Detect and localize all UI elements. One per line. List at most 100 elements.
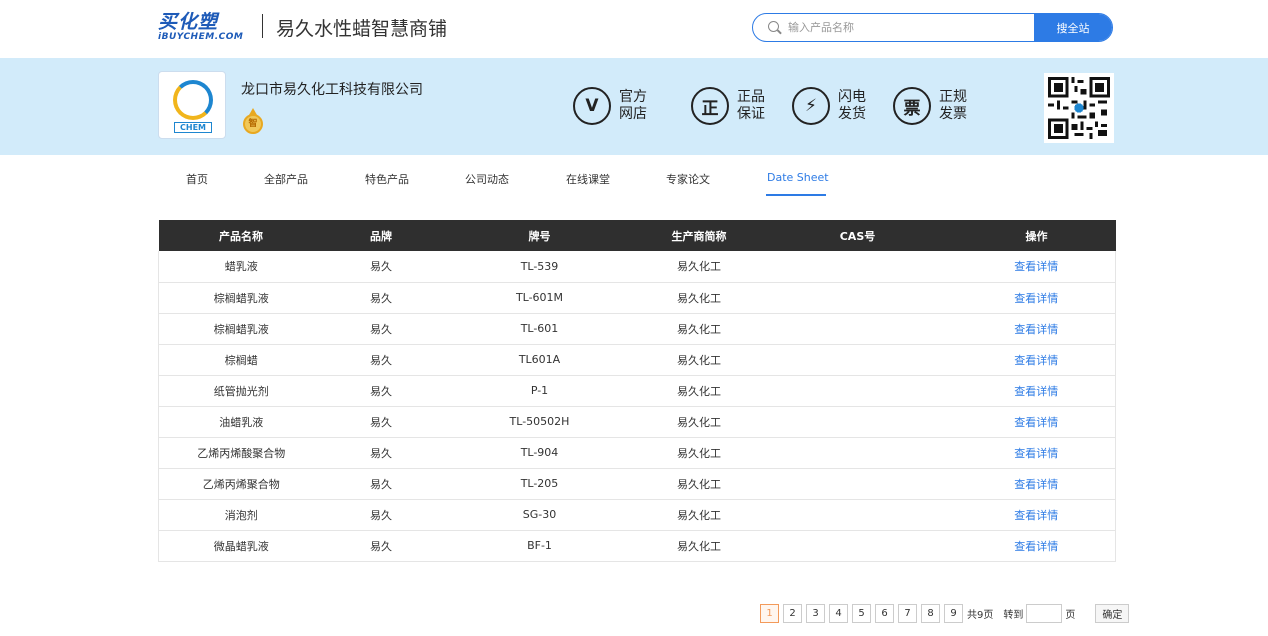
cell-product-name: 微晶蜡乳液: [158, 530, 324, 561]
goto-page-input[interactable]: [1026, 603, 1063, 623]
cell-cas: [758, 499, 958, 530]
table-row: 棕榈蜡 易久 TL601A 易久化工 查看详情: [158, 344, 1116, 375]
nav-all-products[interactable]: 全部产品: [264, 171, 308, 187]
col-product-name: 产品名称: [219, 229, 263, 243]
search-bar: 搜全站: [752, 13, 1113, 42]
cell-manufacturer: 易久化工: [677, 291, 721, 305]
cell-grade: TL-601M: [515, 291, 564, 304]
badge-line1: 正规: [939, 89, 967, 105]
pagination: 1 2 3 4 5 6 7 8 9 共9页 转到 页 确定: [760, 603, 1130, 623]
lightning-icon: ⚡: [792, 87, 830, 125]
nav-active-indicator: [766, 194, 826, 196]
header-divider: [262, 14, 263, 38]
col-grade: 牌号: [528, 229, 551, 243]
badge-line2: 保证: [737, 106, 765, 122]
cell-manufacturer: 易久化工: [677, 415, 721, 429]
page-3[interactable]: 3: [806, 603, 825, 623]
cell-product-name: 棕榈蜡乳液: [158, 313, 324, 344]
goto-confirm-button[interactable]: 确定: [1095, 603, 1130, 623]
cell-manufacturer: 易久化工: [677, 539, 721, 553]
page-8[interactable]: 8: [921, 603, 940, 623]
search-all-button[interactable]: 搜全站: [1034, 14, 1112, 41]
view-details-link[interactable]: 查看详情: [957, 313, 1116, 344]
invoice-icon: 票: [893, 87, 931, 125]
shop-nav: 首页 全部产品 特色产品 公司动态 在线课堂 专家论文 Date Sheet: [158, 155, 1114, 200]
view-details-link[interactable]: 查看详情: [957, 282, 1116, 313]
table-row: 消泡剂 易久 SG-30 易久化工 查看详情: [158, 499, 1116, 530]
nav-featured-products[interactable]: 特色产品: [365, 171, 409, 187]
cell-manufacturer: 易久化工: [677, 477, 721, 491]
badge-line1: 官方: [619, 89, 647, 105]
view-details-link[interactable]: 查看详情: [957, 499, 1116, 530]
table-row: 棕榈蜡乳液 易久 TL-601 易久化工 查看详情: [158, 313, 1116, 344]
company-logo-ring: [173, 80, 213, 120]
col-manufacturer: 生产商简称: [671, 229, 727, 243]
cell-product-name: 消泡剂: [158, 499, 324, 530]
badge-line2: 发货: [838, 106, 866, 122]
nav-date-sheet[interactable]: Date Sheet: [767, 171, 829, 184]
cell-grade: TL-539: [520, 259, 559, 273]
nav-online-class[interactable]: 在线课堂: [566, 171, 610, 187]
cell-manufacturer: 易久化工: [677, 446, 721, 460]
cell-grade: TL-50502H: [509, 415, 570, 428]
cell-product-name: 棕榈蜡: [158, 344, 324, 375]
col-action: 操作: [1025, 229, 1048, 243]
badge-line2: 网店: [619, 106, 647, 122]
view-details-link[interactable]: 查看详情: [957, 375, 1116, 406]
view-details-link[interactable]: 查看详情: [957, 437, 1116, 468]
cell-manufacturer: 易久化工: [677, 384, 721, 398]
cell-brand: 易久: [370, 291, 392, 305]
view-details-link[interactable]: 查看详情: [957, 468, 1116, 499]
nav-home[interactable]: 首页: [186, 171, 208, 187]
page-7[interactable]: 7: [898, 603, 917, 623]
company-logo: CHEM: [158, 71, 226, 139]
cell-cas: [758, 406, 958, 437]
nav-expert-papers[interactable]: 专家论文: [666, 171, 710, 187]
product-table: 产品名称 品牌 牌号 生产商简称 CAS号 操作 蜡乳液 易久 TL-539 易久化工…: [158, 220, 1116, 562]
cell-product-name: 乙烯丙烯酸聚合物: [158, 437, 324, 468]
cell-cas: [758, 344, 958, 375]
page-6[interactable]: 6: [875, 603, 894, 623]
top-header: 买化塑 iBUYCHEM.COM 易久水性蜡智慧商铺 搜全站: [0, 0, 1268, 58]
badge-line1: 闪电: [838, 89, 866, 105]
search-input[interactable]: [783, 14, 1034, 41]
cell-brand: 易久: [370, 539, 392, 553]
genuine-icon: 正: [691, 87, 729, 125]
cell-product-name: 棕榈蜡乳液: [158, 282, 324, 313]
cell-cas: [758, 530, 958, 561]
medal-text: 智: [243, 114, 263, 134]
cell-grade: TL601A: [518, 353, 561, 366]
cell-brand: 易久: [370, 384, 392, 398]
page-9[interactable]: 9: [944, 603, 963, 623]
table-row: 蜡乳液 易久 TL-539 易久化工 查看详情: [158, 251, 1116, 282]
badge-line1: 正品: [737, 89, 765, 105]
page-2[interactable]: 2: [783, 603, 802, 623]
qr-code-icon: [1044, 73, 1114, 143]
view-details-link[interactable]: 查看详情: [957, 251, 1116, 282]
table-row: 纸管抛光剂 易久 P-1 易久化工 查看详情: [158, 375, 1116, 406]
site-logo-text: 买化塑: [158, 11, 219, 33]
page-4[interactable]: 4: [829, 603, 848, 623]
cell-brand: 易久: [370, 353, 392, 367]
view-details-link[interactable]: 查看详情: [957, 344, 1116, 375]
cell-cas: [758, 313, 958, 344]
cell-cas: [758, 251, 958, 282]
site-logo-domain: iBUYCHEM.COM: [158, 32, 244, 42]
check-v-icon: V: [573, 87, 611, 125]
badge-fast-shipping: ⚡ 闪电 发货: [792, 86, 866, 126]
cell-brand: 易久: [370, 415, 392, 429]
search-icon: [753, 14, 783, 41]
nav-company-news[interactable]: 公司动态: [465, 171, 509, 187]
cell-brand: 易久: [370, 508, 392, 522]
page-5[interactable]: 5: [852, 603, 871, 623]
shop-title: 易久水性蜡智慧商铺: [276, 18, 448, 40]
site-logo[interactable]: 买化塑 iBUYCHEM.COM: [158, 12, 250, 42]
view-details-link[interactable]: 查看详情: [957, 530, 1116, 561]
cell-product-name: 油蜡乳液: [158, 406, 324, 437]
total-pages: 共9页: [967, 609, 994, 621]
view-details-link[interactable]: 查看详情: [957, 406, 1116, 437]
page-1[interactable]: 1: [760, 603, 779, 623]
table-row: 微晶蜡乳液 易久 BF-1 易久化工 查看详情: [158, 530, 1116, 561]
cell-grade: BF-1: [527, 539, 552, 552]
goto-label: 转到: [1003, 609, 1024, 621]
